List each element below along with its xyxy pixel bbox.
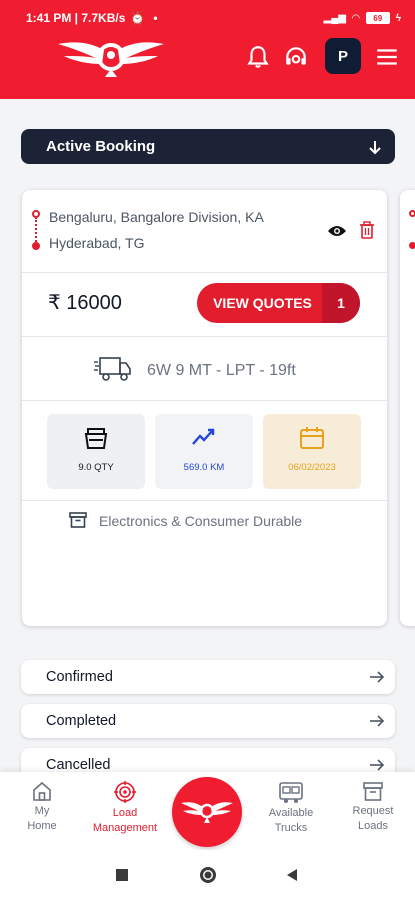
next-booking-card[interactable] [400,190,415,626]
confirmed-row[interactable]: Confirmed [21,660,395,694]
booking-price: ₹ 16000 [48,292,122,314]
nav-request-line2: Loads [358,820,388,832]
arrow-right-icon [370,715,385,727]
destination-marker-icon [409,242,415,249]
cancelled-label: Cancelled [46,757,111,773]
nav-load-line1: Load [112,807,138,819]
nav-load-management[interactable]: Load Management [86,780,164,836]
trucks-icon [279,782,303,803]
active-booking-dropdown[interactable]: Active Booking [21,129,395,164]
destination-location: Hyderabad, TG [49,235,145,251]
archive-icon [69,512,87,528]
home-circle-icon[interactable] [199,866,217,884]
recents-icon[interactable] [115,868,129,882]
booking-card[interactable]: Bengaluru, Bangalore Division, KA Hydera… [22,190,387,626]
wifi-icon: ◠ [352,12,360,24]
arrow-down-icon [369,140,381,154]
system-nav-bar [0,850,415,900]
nav-my-home[interactable]: My Home [22,780,62,834]
route-line [35,217,37,245]
support-icon[interactable] [283,44,309,70]
status-time-speed: 1:41 PM | 7.7KB/s [26,11,126,25]
delete-icon[interactable] [359,221,375,239]
origin-location: Bengaluru, Bangalore Division, KA [49,209,264,225]
status-bar: 1:41 PM | 7.7KB/s ⏰ • ▂▄▆ ◠ 69 ϟ [0,0,415,36]
signal-icon: ▂▄▆ [323,12,346,24]
nav-request-line1: Request [352,805,394,817]
confirmed-label: Confirmed [46,669,113,685]
trend-icon [192,428,215,445]
nav-trucks-line1: Available [268,807,314,819]
avatar[interactable]: P [325,38,361,74]
charging-icon: ϟ [395,12,401,24]
divider [22,272,387,273]
distance-value: 569.0 KM [183,462,225,473]
home-icon [33,781,51,801]
target-icon [114,781,136,803]
quantity-stat: 9.0 QTY [47,414,145,489]
back-icon[interactable] [285,868,299,882]
active-booking-label: Active Booking [46,138,156,155]
divider [22,336,387,337]
distance-stat: 569.0 KM [155,414,253,489]
quantity-value: 9.0 QTY [78,462,114,473]
nav-available-trucks[interactable]: Available Trucks [261,780,321,836]
arrow-right-icon [370,759,385,771]
brand-logo-icon [181,802,233,823]
battery-icon: 69 [365,12,390,24]
brand-logo [58,42,164,77]
view-quotes-button[interactable]: VIEW QUOTES 1 [197,283,360,323]
truck-icon [94,357,131,381]
app-header: P [0,36,415,99]
completed-label: Completed [46,713,117,729]
date-value: 06/02/2023 [288,462,336,473]
destination-marker-icon [32,242,40,250]
nav-request-loads[interactable]: Request Loads [345,780,401,834]
nav-trucks-line2: Trucks [274,822,308,834]
home-fab-button[interactable] [172,777,242,847]
quotes-count-badge: 1 [322,283,360,323]
date-stat: 06/02/2023 [263,414,361,489]
arrow-right-icon [370,671,385,683]
alarm-icon: ⏰ [130,11,146,25]
dot-icon: • [153,11,158,25]
origin-marker-icon [409,210,415,217]
menu-icon[interactable] [374,44,400,70]
box-icon [363,782,383,801]
package-icon [84,428,108,449]
divider [22,500,387,501]
nav-my-home-line2: Home [27,820,57,832]
truck-type: 6W 9 MT - LPT - 19ft [147,362,296,379]
divider [22,400,387,401]
nav-my-home-line1: My [34,805,50,817]
goods-type: Electronics & Consumer Durable [99,513,303,529]
calendar-icon [300,427,324,449]
bell-icon[interactable] [245,44,271,70]
eye-icon[interactable] [327,224,347,238]
view-quotes-label: VIEW QUOTES [213,295,312,311]
nav-load-line2: Management [92,822,158,834]
completed-row[interactable]: Completed [21,704,395,738]
